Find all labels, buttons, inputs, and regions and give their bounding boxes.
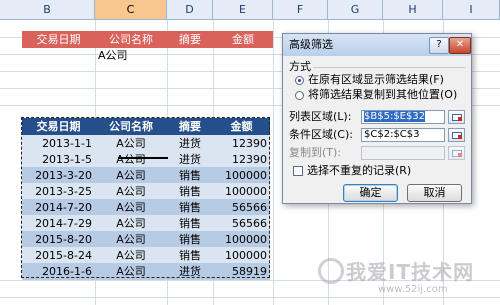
criteria-header-summary[interactable]: 摘要 [167,31,213,48]
watermark-url: www.52ij.com [378,284,448,295]
cell-date[interactable]: 2013-1-1 [22,135,95,152]
cell-amount[interactable]: 12390 [213,135,270,152]
cell-company[interactable]: A公司 [95,215,167,232]
watermark-text: 我爱IT技术网 [346,260,475,284]
table-header-date[interactable]: 交易日期 [22,118,95,135]
cell-date[interactable]: 2016-1-6 [22,263,95,280]
column-header-f[interactable]: F [273,0,328,20]
copy-to-label: 复制到(T): [289,146,342,159]
cell-date[interactable]: 2015-8-24 [22,247,95,264]
unique-records-label[interactable]: 选择不重复的记录(R) [307,164,411,178]
cell-amount[interactable]: 100000 [213,247,270,264]
option-in-place-label[interactable]: 在原有区域显示筛选结果(F) [308,73,444,87]
list-range-picker-icon[interactable] [448,110,465,124]
cell-company[interactable]: A公司 [95,151,167,168]
group-divider [313,67,465,68]
cell-summary[interactable]: 销售 [167,215,213,232]
column-header-g[interactable]: G [328,0,383,20]
list-range-input[interactable]: $B$5:$E$32 [361,110,445,124]
column-header-e[interactable]: E [213,0,273,20]
cell-company[interactable]: A公司 [95,247,167,264]
cell-summary[interactable]: 进货 [167,135,213,152]
cell-summary[interactable]: 销售 [167,231,213,248]
cell-company[interactable]: A公司 [95,231,167,248]
cell-date[interactable]: 2013-3-20 [22,167,95,184]
copy-to-picker-icon[interactable] [448,146,465,160]
advanced-filter-dialog: 高级筛选 ? ✕ 方式 在原有区域显示筛选结果(F) 将筛选结果复制到其他位置(… [282,33,472,204]
mode-group-label: 方式 [289,60,311,73]
criteria-header-amount[interactable]: 金额 [213,31,273,48]
cell-company[interactable]: A公司 [95,199,167,216]
ok-button[interactable]: 确定 [343,184,398,202]
criteria-header-date[interactable]: 交易日期 [22,31,95,48]
table-header-amount[interactable]: 金额 [213,118,270,135]
radio-filter-in-place[interactable] [295,76,304,85]
help-button[interactable]: ? [429,37,449,54]
cell-amount[interactable]: 100000 [213,183,270,200]
column-header-d[interactable]: D [167,0,213,20]
table-header-summary[interactable]: 摘要 [167,118,213,135]
cell-company[interactable]: A公司 [95,263,167,280]
cell-amount[interactable]: 12390 [213,151,270,168]
close-button[interactable]: ✕ [449,37,471,54]
criteria-range-label: 条件区域(C): [289,128,353,141]
cell-amount[interactable]: 100000 [213,231,270,248]
cell-date[interactable]: 2014-7-29 [22,215,95,232]
cell-summary[interactable]: 进货 [167,151,213,168]
cell-summary[interactable]: 进货 [167,263,213,280]
watermark: 我爱IT技术网 www.52ij.com [300,248,500,305]
column-header-b[interactable]: B [0,0,95,20]
criteria-range-input[interactable]: $C$2:$C$3 [361,128,445,142]
list-range-label: 列表区域(L): [289,110,352,123]
cell-date[interactable]: 2014-7-20 [22,199,95,216]
cell-summary[interactable]: 销售 [167,167,213,184]
cell-company[interactable]: A公司 [95,183,167,200]
dialog-title: 高级筛选 [289,38,333,51]
dialog-titlebar[interactable]: 高级筛选 ? ✕ [283,34,471,56]
watermark-logo-icon [318,258,344,284]
cell-company[interactable]: A公司 [95,167,167,184]
cell-summary[interactable]: 销售 [167,247,213,264]
cell-summary[interactable]: 销售 [167,183,213,200]
radio-copy-to-location[interactable] [295,91,304,100]
cell-amount[interactable]: 58919 [213,263,270,280]
cancel-button[interactable]: 取消 [407,184,462,202]
column-header-c[interactable]: C [95,0,167,20]
unique-records-checkbox[interactable] [293,166,303,176]
cell-amount[interactable]: 56566 [213,199,270,216]
cell-company[interactable]: A公司 [95,135,167,152]
criteria-range-picker-icon[interactable] [448,128,465,142]
cell-date[interactable]: 2013-1-5 [22,151,95,168]
cell-amount[interactable]: 56566 [213,215,270,232]
cell-amount[interactable]: 100000 [213,167,270,184]
cell-date[interactable]: 2015-8-20 [22,231,95,248]
criteria-value-company[interactable]: A公司 [95,47,167,64]
cell-date[interactable]: 2013-3-25 [22,183,95,200]
list-range-value: $B$5:$E$32 [364,111,426,122]
cell-summary[interactable]: 销售 [167,199,213,216]
column-header-i[interactable]: I [443,0,500,20]
annotation-underline [118,157,168,159]
grid-line [273,20,274,305]
table-header-company[interactable]: 公司名称 [95,118,167,135]
option-copy-label[interactable]: 将筛选结果复制到其他位置(O) [308,88,457,102]
copy-to-input[interactable] [361,146,445,160]
criteria-header-company[interactable]: 公司名称 [95,31,167,48]
column-header-h[interactable]: H [383,0,443,20]
